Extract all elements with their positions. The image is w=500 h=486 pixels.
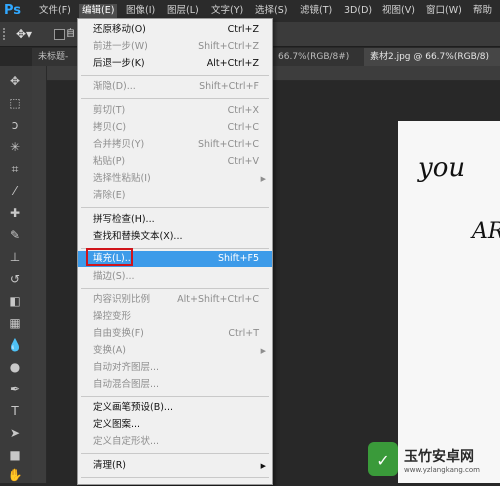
menu-help[interactable]: 帮助 [470,4,495,18]
menu-item-auto-blend-layers[interactable]: 自动混合图层... [78,377,272,393]
annotation-highlight-box [86,248,133,266]
document-canvas[interactable]: you AR [398,121,500,483]
eraser-tool-icon[interactable]: ◧ [6,292,24,310]
gradient-tool-icon[interactable]: ▦ [6,314,24,332]
canvas-text-ar: AR [472,219,500,244]
menu-item-clear[interactable]: 清除(E) [78,188,272,204]
menu-item-transform[interactable]: 变换(A) ▶ [78,343,272,359]
auto-select-label-icon: 自 [66,29,76,39]
photoshop-logo: Ps [4,3,22,18]
menu-separator [81,477,269,478]
menu-item-step-backward[interactable]: 后退一步(K) Alt+Ctrl+Z [78,56,272,72]
menu-separator [81,453,269,454]
menu-item-define-brush-preset[interactable]: 定义画笔预设(B)... [78,400,272,416]
healing-brush-tool-icon[interactable]: ✚ [6,204,24,222]
menu-view[interactable]: 视图(V) [379,4,418,18]
menu-item-undo[interactable]: 还原移动(O) Ctrl+Z [78,22,272,38]
menu-item-puppet-warp[interactable]: 操控变形 [78,309,272,325]
menu-image[interactable]: 图像(I) [123,4,158,18]
dodge-tool-icon[interactable]: ● [6,358,24,376]
submenu-arrow-icon: ▶ [260,462,266,470]
menu-separator [81,396,269,397]
watermark: ✓ 玉竹安卓网 www.yzlangkang.com [360,436,500,483]
menu-separator [81,288,269,289]
menu-separator [81,207,269,208]
path-selection-tool-icon[interactable]: ➤ [6,424,24,442]
menu-file[interactable]: 文件(F) [36,4,74,18]
shape-tool-icon[interactable]: ■ [6,446,24,464]
menu-item-fade[interactable]: 渐隐(D)... Shift+Ctrl+F [78,79,272,95]
lasso-tool-icon[interactable]: ↄ [6,116,24,134]
menu-edit[interactable]: 编辑(E) [79,4,118,18]
menu-separator [81,75,269,76]
menu-3d[interactable]: 3D(D) [341,4,375,18]
eyedropper-tool-icon[interactable]: ⁄ [6,182,24,200]
type-tool-icon[interactable]: T [6,402,24,420]
clone-stamp-tool-icon[interactable]: ⊥ [6,248,24,266]
menu-item-define-custom-shape[interactable]: 定义自定形状... [78,434,272,450]
watermark-url: www.yzlangkang.com [404,466,480,474]
move-tool-icon[interactable]: ✥ [6,72,24,90]
menu-item-content-aware-scale[interactable]: 内容识别比例 Alt+Shift+Ctrl+C [78,292,272,308]
menu-separator [81,98,269,99]
menu-item-auto-align-layers[interactable]: 自动对齐图层... [78,360,272,376]
hand-tool-icon[interactable]: ✋ [6,466,24,484]
submenu-arrow-icon: ▶ [260,347,266,355]
submenu-arrow-icon: ▶ [260,175,266,183]
menu-item-stroke[interactable]: 描边(S)... [78,269,272,285]
crop-tool-icon[interactable]: ⌗ [6,160,24,178]
menu-item-paste-special[interactable]: 选择性粘贴(I) ▶ [78,171,272,187]
marquee-tool-icon[interactable]: ⬚ [6,94,24,112]
menu-item-free-transform[interactable]: 自由变换(F) Ctrl+T [78,326,272,342]
history-brush-tool-icon[interactable]: ↺ [6,270,24,288]
tab-document-2[interactable]: 66.7%(RGB/8#) [272,48,367,66]
tab-material-2[interactable]: 素材2.jpg @ 66.7%(RGB/8) [364,48,500,66]
auto-select-checkbox[interactable] [54,29,65,40]
grip-icon [3,28,13,40]
svg-text:✓: ✓ [376,451,389,470]
menu-filter[interactable]: 滤镜(T) [297,4,335,18]
watermark-title: 玉竹安卓网 [404,449,474,465]
menu-type[interactable]: 文字(Y) [208,4,246,18]
menu-item-paste[interactable]: 粘贴(P) Ctrl+V [78,154,272,170]
menu-item-step-forward[interactable]: 前进一步(W) Shift+Ctrl+Z [78,39,272,55]
pen-tool-icon[interactable]: ✒ [6,380,24,398]
menu-item-cut[interactable]: 剪切(T) Ctrl+X [78,103,272,119]
edit-menu-dropdown: 还原移动(O) Ctrl+Z 前进一步(W) Shift+Ctrl+Z 后退一步(K… [77,18,273,485]
magic-wand-tool-icon[interactable]: ✳ [6,138,24,156]
canvas-text-you: you [418,153,466,183]
menu-select[interactable]: 选择(S) [252,4,290,18]
menu-item-define-pattern[interactable]: 定义图案... [78,417,272,433]
menu-layer[interactable]: 图层(L) [164,4,202,18]
vertical-ruler [32,66,47,483]
blur-tool-icon[interactable]: 💧 [6,336,24,354]
move-tool-preset-icon[interactable]: ✥▾ [16,25,38,43]
tools-panel: ✥ ⬚ ↄ ✳ ⌗ ⁄ ✚ ✎ ⊥ ↺ ◧ ▦ 💧 ● ✒ T ➤ ■ ✋ [0,66,33,483]
menu-window[interactable]: 窗口(W) [423,4,465,18]
menu-item-check-spelling[interactable]: 拼写检查(H)... [78,212,272,228]
menu-item-find-replace-text[interactable]: 查找和替换文本(X)... [78,229,272,245]
menu-item-copy-merged[interactable]: 合并拷贝(Y) Shift+Ctrl+C [78,137,272,153]
menu-item-purge[interactable]: 清理(R) ▶ [78,458,272,474]
brush-tool-icon[interactable]: ✎ [6,226,24,244]
menu-item-copy[interactable]: 拷贝(C) Ctrl+C [78,120,272,136]
